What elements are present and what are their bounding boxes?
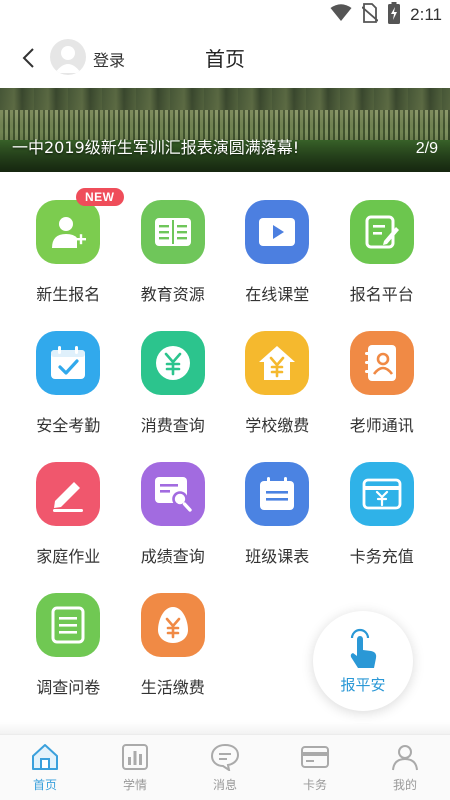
feature-label: 老师通讯 (349, 416, 414, 435)
feature-teacher-contacts[interactable]: 老师通讯 (330, 331, 435, 436)
feature-label: 报名平台 (349, 285, 414, 304)
feature-new-student-registration[interactable]: NEW 新生报名 (16, 188, 124, 305)
back-button[interactable] (14, 44, 42, 72)
report-search-icon (140, 462, 205, 526)
chevron-left-icon (22, 48, 34, 68)
wifi-icon (330, 4, 352, 26)
feature-card-recharge[interactable]: 卡务充值 (330, 462, 435, 567)
feature-living-payment[interactable]: 生活缴费 (121, 593, 226, 698)
feature-homework[interactable]: 家庭作业 (16, 462, 121, 567)
edit-form-icon (349, 200, 414, 264)
message-icon (210, 743, 240, 771)
feature-label: 安全考勤 (36, 416, 101, 435)
card-yuan-icon (349, 462, 414, 526)
no-sim-icon (361, 3, 379, 27)
home-icon (32, 744, 58, 770)
feature-safety-attendance[interactable]: 安全考勤 (16, 331, 121, 436)
status-bar: 2:11 (0, 0, 450, 30)
card-icon (301, 746, 329, 768)
feature-label: 新生报名 (36, 285, 101, 304)
nav-label: 消息 (212, 778, 237, 792)
timetable-icon (245, 462, 310, 526)
feature-label: 教育资源 (140, 285, 205, 304)
book-icon (140, 200, 205, 264)
default-avatar-icon (55, 46, 81, 73)
tap-hand-icon (350, 628, 377, 668)
feature-label: 家庭作业 (36, 547, 101, 566)
feature-label: 调查问卷 (36, 678, 101, 697)
feature-label: 在线课堂 (245, 285, 310, 304)
yuan-coin-icon (140, 331, 205, 395)
feature-label: 成绩查询 (140, 547, 205, 566)
status-icons: 2:11 (330, 2, 442, 28)
feature-label: 生活缴费 (140, 678, 205, 697)
new-badge: NEW (76, 188, 124, 206)
feature-questionnaire[interactable]: 调查问卷 (16, 593, 121, 698)
nav-learning[interactable]: 学情 (90, 735, 180, 800)
nav-label: 学情 (122, 778, 147, 792)
login-link[interactable]: 登录 (93, 47, 125, 71)
feature-label: 学校缴费 (245, 416, 310, 435)
questionnaire-icon (36, 593, 101, 657)
nav-profile[interactable]: 我的 (360, 735, 450, 800)
feature-online-classroom[interactable]: 在线课堂 (225, 200, 330, 305)
feature-grade-query[interactable]: 成绩查询 (121, 462, 226, 567)
avatar[interactable] (50, 39, 86, 75)
feature-school-payment[interactable]: 学校缴费 (225, 331, 330, 436)
battery-charging-icon (388, 2, 401, 28)
contact-book-icon (349, 331, 414, 395)
user-icon (392, 745, 418, 771)
bottom-nav-shadow (0, 722, 450, 734)
feature-registration-platform[interactable]: 报名平台 (330, 200, 435, 305)
nav-label: 我的 (392, 778, 417, 792)
nav-home[interactable]: 首页 (0, 735, 90, 800)
news-banner[interactable]: 一中2019级新生军训汇报表演圆满落幕! 2/9 (0, 88, 450, 172)
nav-label: 卡务 (302, 778, 327, 792)
banner-title: 一中2019级新生军训汇报表演圆满落幕! (12, 138, 300, 157)
video-play-icon (245, 200, 310, 264)
house-yuan-icon (245, 331, 310, 395)
status-time: 2:11 (410, 5, 442, 24)
report-safety-button[interactable]: 报平安 (313, 611, 413, 711)
feature-education-resources[interactable]: 教育资源 (121, 200, 226, 305)
nav-label: 首页 (32, 778, 57, 792)
header: 登录 首页 (0, 30, 450, 86)
bottom-nav: 首页 学情 消息 卡务 我的 (0, 734, 450, 800)
banner-page-indicator: 2/9 (415, 140, 438, 157)
feature-consumption-query[interactable]: 消费查询 (121, 331, 226, 436)
egg-yuan-icon (140, 593, 205, 657)
feature-label: 卡务充值 (349, 547, 414, 566)
pencil-icon (36, 462, 101, 526)
report-safety-label: 报平安 (340, 675, 386, 694)
nav-messages[interactable]: 消息 (180, 735, 270, 800)
new-student-icon (36, 200, 101, 264)
chart-icon (122, 744, 148, 770)
feature-label: 班级课表 (245, 547, 310, 566)
feature-label: 消费查询 (140, 416, 205, 435)
nav-card-service[interactable]: 卡务 (270, 735, 360, 800)
banner-image-trees (0, 88, 450, 110)
feature-class-timetable[interactable]: 班级课表 (225, 462, 330, 567)
calendar-check-icon (36, 331, 101, 395)
